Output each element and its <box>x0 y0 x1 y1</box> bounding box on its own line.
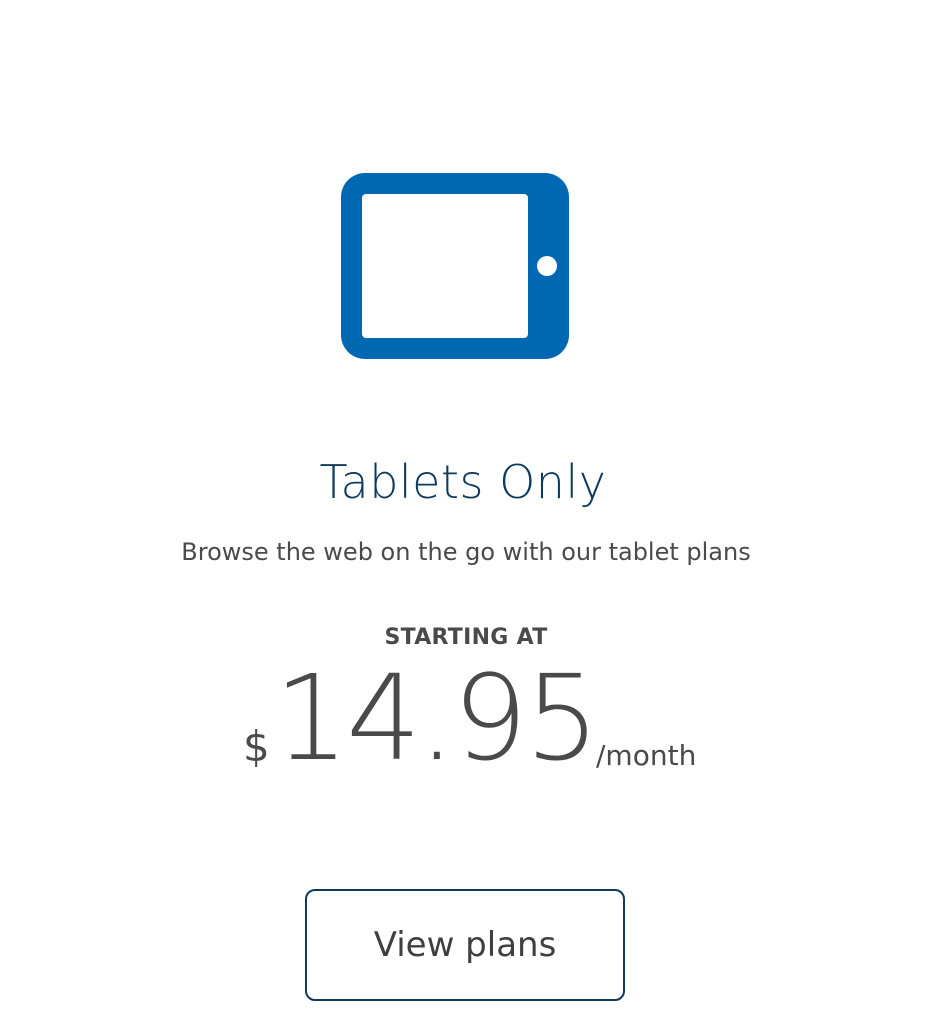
currency-symbol: $ <box>243 722 270 771</box>
plan-title: Tablets Only <box>319 455 607 509</box>
tablet-screen <box>362 194 528 338</box>
plan-description: Browse the web on the go with our tablet… <box>181 538 751 566</box>
view-plans-button[interactable]: View plans <box>305 889 625 1001</box>
price-amount: 14.95 <box>274 649 600 787</box>
tablet-home-button <box>537 256 557 276</box>
plan-card: Tablets Only Browse the web on the go wi… <box>0 0 926 1030</box>
tablet-icon <box>341 173 569 359</box>
price-period: /month <box>596 739 697 772</box>
